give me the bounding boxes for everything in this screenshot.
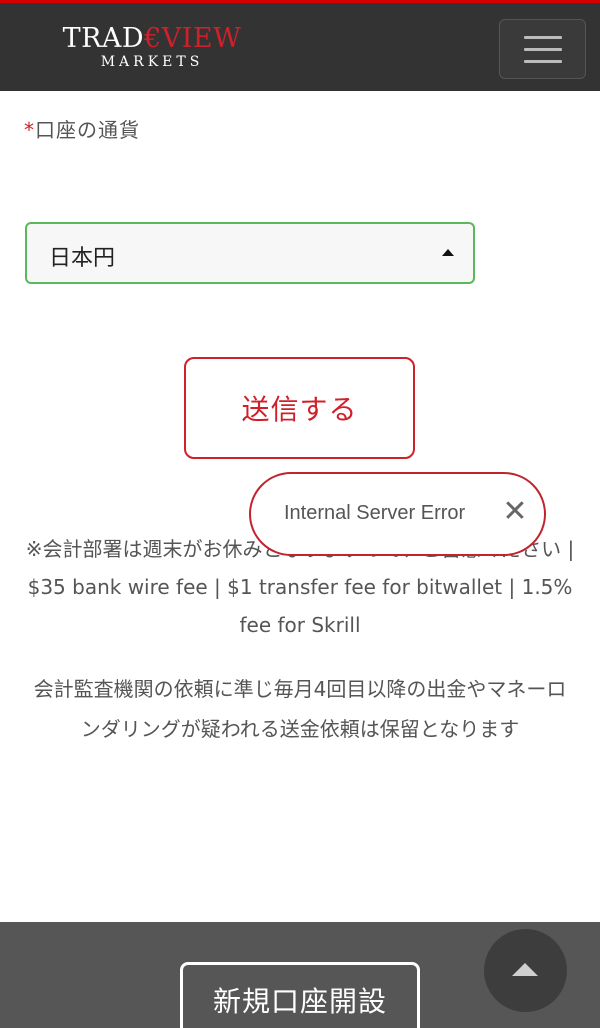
hamburger-menu-icon — [523, 47, 562, 51]
caret-up-icon — [442, 249, 454, 256]
hamburger-menu-icon — [523, 35, 562, 39]
audit-note: 会計監査機関の依頼に準じ毎月4回目以降の出金やマネーロンダリングが疑われる送金依… — [33, 677, 567, 741]
logo-wordmark: TRAD€VIEW — [62, 25, 242, 53]
currency-label-text: 口座の通貨 — [35, 118, 140, 142]
hamburger-menu-icon — [523, 59, 562, 63]
hamburger-menu-button[interactable] — [499, 19, 586, 79]
currency-select-value: 日本円 — [49, 246, 116, 271]
page: TRAD€VIEW MARKETS *口座の通貨 日本円 送信する ※会計部署は… — [0, 0, 600, 1028]
close-icon[interactable]: ✕ — [501, 496, 529, 528]
required-mark: * — [24, 118, 35, 142]
submit-button[interactable]: 送信する — [184, 357, 415, 459]
top-navbar: TRAD€VIEW MARKETS — [0, 0, 600, 91]
logo-text-accent: €VIEW — [144, 23, 242, 54]
logo-text-primary: TRAD — [62, 23, 145, 54]
scroll-to-top-button[interactable] — [484, 929, 567, 1012]
open-new-account-button[interactable]: 新規口座開設 — [180, 962, 420, 1028]
arrow-up-icon — [512, 963, 538, 976]
tradeview-logo[interactable]: TRAD€VIEW MARKETS — [62, 25, 242, 71]
error-toast-message: Internal Server Error — [284, 502, 466, 524]
currency-select[interactable]: 日本円 — [25, 222, 475, 284]
error-toast: Internal Server Error ✕ — [249, 472, 546, 556]
logo-subtext: MARKETS — [100, 54, 204, 70]
currency-field-label: *口座の通貨 — [24, 114, 140, 143]
